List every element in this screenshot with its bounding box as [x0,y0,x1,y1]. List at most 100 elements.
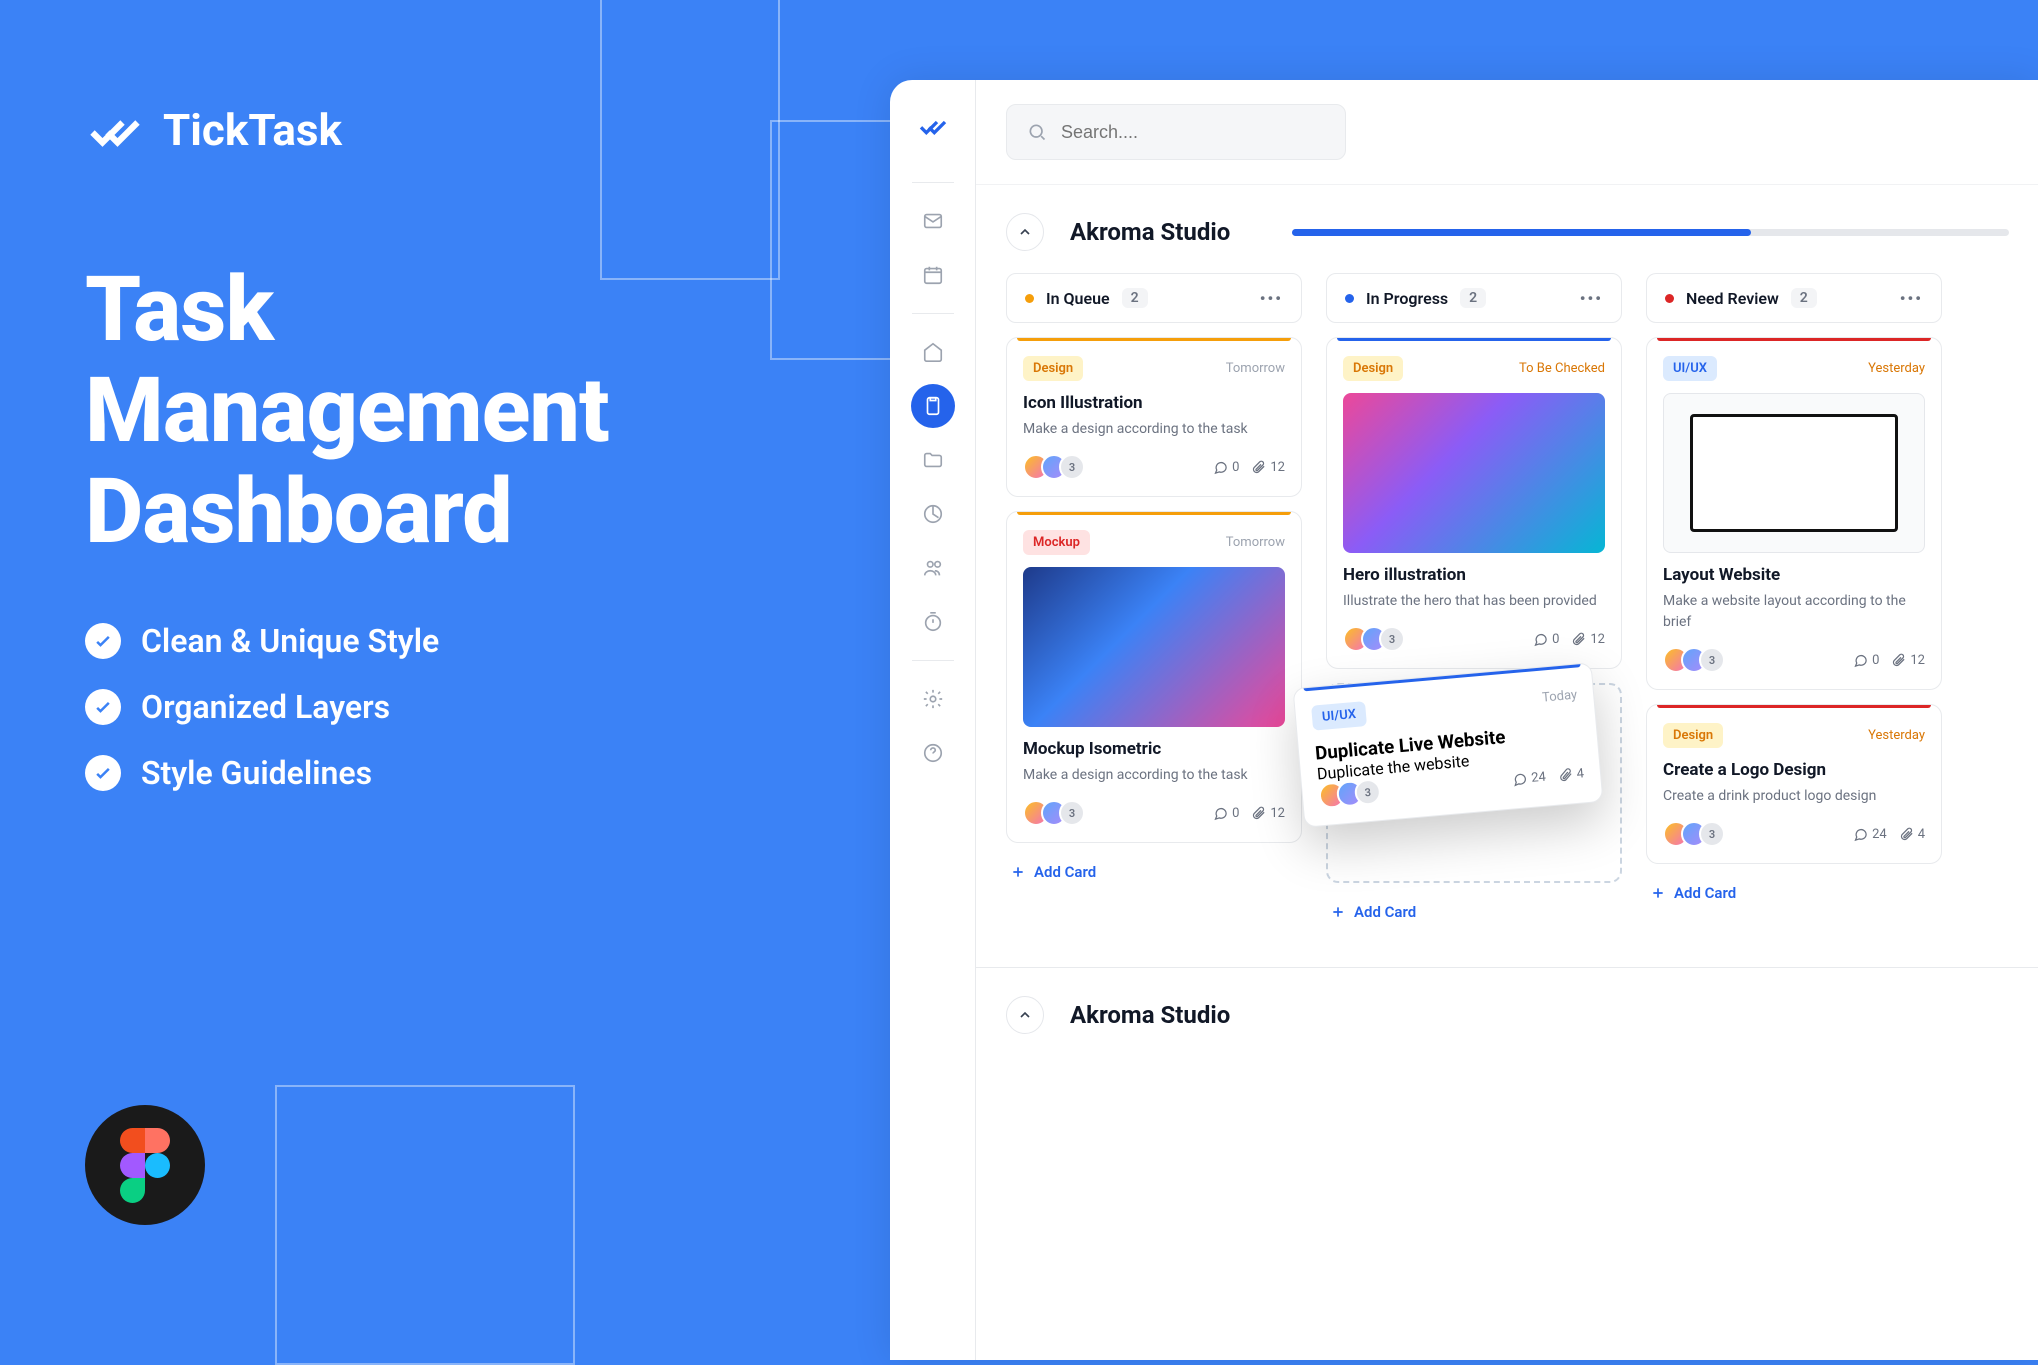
sidebar-calendar[interactable] [911,253,955,297]
feature-label: Style Guidelines [141,754,372,792]
feature-label: Clean & Unique Style [141,622,439,660]
column-header: Need Review 2 ••• [1646,273,1942,323]
attachment-icon [1899,827,1914,842]
task-card[interactable]: Design Yesterday Create a Logo Design Cr… [1646,704,1942,864]
check-icon [85,623,121,659]
comment-icon [1213,806,1228,821]
comment-icon [1213,460,1228,475]
search-field[interactable] [1061,122,1325,143]
column-in-progress: In Progress 2 ••• Design To Be Checked H… [1326,273,1622,927]
column-in-queue: In Queue 2 ••• Design Tomorrow Icon Illu… [1006,273,1302,927]
column-title: In Queue [1046,289,1110,308]
card-tag: UI/UX [1311,701,1367,731]
column-menu-button[interactable]: ••• [1900,289,1923,308]
main-area: Akroma Studio In Queue 2 ••• Design [976,80,2038,1360]
sidebar [890,80,976,1360]
card-stats: 24 4 [1853,827,1925,842]
card-due: Yesterday [1868,361,1925,376]
card-title: Layout Website [1663,565,1925,585]
card-title: Icon Illustration [1023,393,1285,413]
column-menu-button[interactable]: ••• [1260,289,1283,308]
card-tag: UI/UX [1663,356,1717,381]
add-card-button[interactable]: Add Card [1006,857,1302,887]
card-stats: 0 12 [1213,806,1285,821]
task-card[interactable]: Design To Be Checked Hero illustration I… [1326,337,1622,669]
attachment-icon [1557,767,1573,783]
sidebar-team[interactable] [911,546,955,590]
card-due: Yesterday [1868,728,1925,743]
column-menu-button[interactable]: ••• [1580,289,1603,308]
card-thumbnail [1023,567,1285,727]
column-count: 2 [1460,288,1486,308]
task-card[interactable]: Design Tomorrow Icon Illustration Make a… [1006,337,1302,497]
card-desc: Make a website layout according to the b… [1663,591,1925,633]
app-window: Akroma Studio In Queue 2 ••• Design [890,80,2038,1360]
comment-icon [1533,632,1548,647]
collapse-toggle[interactable] [1006,213,1044,251]
sidebar-mail[interactable] [911,199,955,243]
assignee-avatars: 3 [1663,821,1725,847]
task-card[interactable]: Mockup Tomorrow Mockup Isometric Make a … [1006,511,1302,843]
card-thumbnail [1343,393,1605,553]
figma-badge [85,1105,205,1225]
brand-logo: TickTask [85,100,609,160]
column-need-review: Need Review 2 ••• UI/UX Yesterday Layout… [1646,273,1942,927]
card-due: Tomorrow [1226,361,1285,376]
drop-zone[interactable]: UI/UX Today Duplicate Live Website Dupli… [1326,683,1622,883]
card-due: Today [1542,688,1578,706]
sidebar-folder[interactable] [911,438,955,482]
card-tag: Mockup [1023,530,1090,555]
attachment-icon [1571,632,1586,647]
plus-icon [1330,904,1346,920]
card-desc: Make a design according to the task [1023,765,1285,786]
sidebar-chart[interactable] [911,492,955,536]
project-title: Akroma Studio [1070,1001,1230,1029]
project-title: Akroma Studio [1070,218,1230,246]
card-tag: Design [1663,723,1723,748]
chevron-up-icon [1017,1007,1033,1023]
kanban-board: In Queue 2 ••• Design Tomorrow Icon Illu… [976,273,2038,957]
project-header-collapsed: Akroma Studio [976,967,2038,1056]
card-desc: Make a design according to the task [1023,419,1285,440]
collapse-toggle[interactable] [1006,996,1044,1034]
column-title: Need Review [1686,289,1779,308]
column-count: 2 [1791,288,1817,308]
sidebar-help[interactable] [911,731,955,775]
card-tag: Design [1343,356,1403,381]
card-stats: 24 4 [1512,766,1585,787]
card-tag: Design [1023,356,1083,381]
comment-icon [1853,827,1868,842]
ticktask-logo-icon [85,100,145,160]
sidebar-timer[interactable] [911,600,955,644]
status-dot-icon [1345,294,1354,303]
card-due: Tomorrow [1226,535,1285,550]
column-count: 2 [1122,288,1148,308]
dragging-card[interactable]: UI/UX Today Duplicate Live Website Dupli… [1292,662,1603,828]
task-card[interactable]: UI/UX Yesterday Layout Website Make a we… [1646,337,1942,690]
search-input[interactable] [1006,104,1346,160]
plus-icon [1010,864,1026,880]
card-thumbnail [1663,393,1925,553]
search-icon [1027,122,1047,142]
card-desc: Create a drink product logo design [1663,786,1925,807]
sidebar-tasks[interactable] [911,384,955,428]
attachment-icon [1251,806,1266,821]
card-desc: Illustrate the hero that has been provid… [1343,591,1605,612]
feature-item: Style Guidelines [85,754,609,792]
feature-item: Organized Layers [85,688,609,726]
comment-icon [1853,653,1868,668]
app-logo-icon [917,110,949,146]
status-dot-icon [1665,294,1674,303]
sidebar-home[interactable] [911,330,955,374]
promo-panel: TickTask Task Management Dashboard Clean… [85,100,609,820]
assignee-avatars: 3 [1023,454,1085,480]
add-card-button[interactable]: Add Card [1646,878,1942,908]
add-card-button[interactable]: Add Card [1326,897,1622,927]
column-header: In Queue 2 ••• [1006,273,1302,323]
check-icon [85,755,121,791]
card-title: Mockup Isometric [1023,739,1285,759]
column-title: In Progress [1366,289,1448,308]
card-stats: 0 12 [1853,653,1925,668]
sidebar-settings[interactable] [911,677,955,721]
status-dot-icon [1025,294,1034,303]
